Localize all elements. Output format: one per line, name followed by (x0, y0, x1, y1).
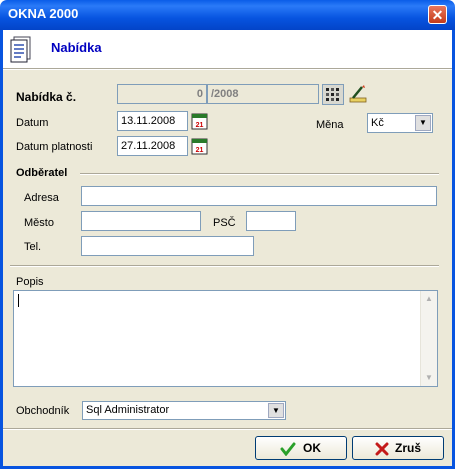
offer-year-field[interactable]: /2008 (207, 84, 319, 104)
address-label: Adresa (24, 192, 59, 204)
cancel-button[interactable]: Zruš (352, 436, 444, 460)
validity-label: Datum platnosti (16, 141, 93, 153)
dealer-label: Obchodník (16, 405, 70, 417)
close-icon: ✕ (431, 7, 444, 23)
date-value: 13.11.2008 (121, 115, 176, 127)
calendar-icon: 21 (191, 138, 208, 155)
customer-divider (80, 173, 439, 175)
zip-label: PSČ (213, 217, 236, 229)
ok-button[interactable]: OK (255, 436, 347, 460)
date-field[interactable]: 13.11.2008 (117, 111, 188, 131)
validity-calendar-button[interactable]: 21 (190, 136, 209, 156)
dealer-value: Sql Administrator (86, 404, 170, 416)
description-textarea[interactable]: ▲ ▼ (13, 290, 438, 387)
grid-icon (326, 88, 339, 101)
validity-value: 27.11.2008 (121, 140, 176, 152)
close-button[interactable]: ✕ (428, 5, 447, 24)
ok-label: OK (303, 441, 321, 455)
footer-divider (3, 428, 452, 430)
date-calendar-button[interactable]: 21 (190, 111, 209, 131)
calendar-day-text: 21 (196, 122, 204, 129)
offer-year-value: /2008 (211, 88, 239, 100)
page-title: Nabídka (51, 40, 102, 55)
city-label: Město (24, 217, 54, 229)
cross-icon (375, 442, 389, 456)
phone-label: Tel. (24, 241, 42, 253)
description-scrollbar[interactable]: ▲ ▼ (420, 291, 437, 386)
calendar-icon: 21 (191, 113, 208, 130)
chevron-down-icon[interactable]: ▼ (268, 403, 284, 418)
currency-select[interactable]: Kč ▼ (367, 113, 433, 133)
cancel-label: Zruš (395, 441, 422, 455)
barcode-button[interactable] (322, 84, 344, 105)
pencil-icon (349, 85, 367, 103)
header-divider (3, 68, 452, 70)
checkmark-icon (280, 442, 296, 456)
document-icon (8, 35, 34, 63)
customer-section-title: Odběratel (16, 167, 68, 179)
offer-number-field[interactable]: 0 (117, 84, 207, 104)
offer-number-label: Nabídka č. (16, 90, 77, 104)
currency-value: Kč (371, 117, 384, 129)
phone-field[interactable] (81, 236, 254, 256)
calendar-day-text: 21 (196, 147, 204, 154)
dealer-select[interactable]: Sql Administrator ▼ (82, 401, 286, 420)
scroll-up-icon[interactable]: ▲ (421, 291, 437, 307)
description-divider (10, 265, 439, 267)
scroll-down-icon[interactable]: ▼ (421, 370, 437, 386)
date-label: Datum (16, 117, 49, 129)
edit-button[interactable] (347, 84, 369, 105)
chevron-down-icon[interactable]: ▼ (415, 115, 431, 131)
offer-number-value: 0 (196, 88, 203, 100)
description-label: Popis (16, 276, 44, 288)
window-title: OKNA 2000 (8, 6, 79, 21)
currency-label: Měna (316, 119, 344, 131)
address-field[interactable] (81, 186, 437, 206)
text-cursor (18, 294, 19, 307)
city-field[interactable] (81, 211, 201, 231)
validity-field[interactable]: 27.11.2008 (117, 136, 188, 156)
zip-field[interactable] (246, 211, 296, 231)
